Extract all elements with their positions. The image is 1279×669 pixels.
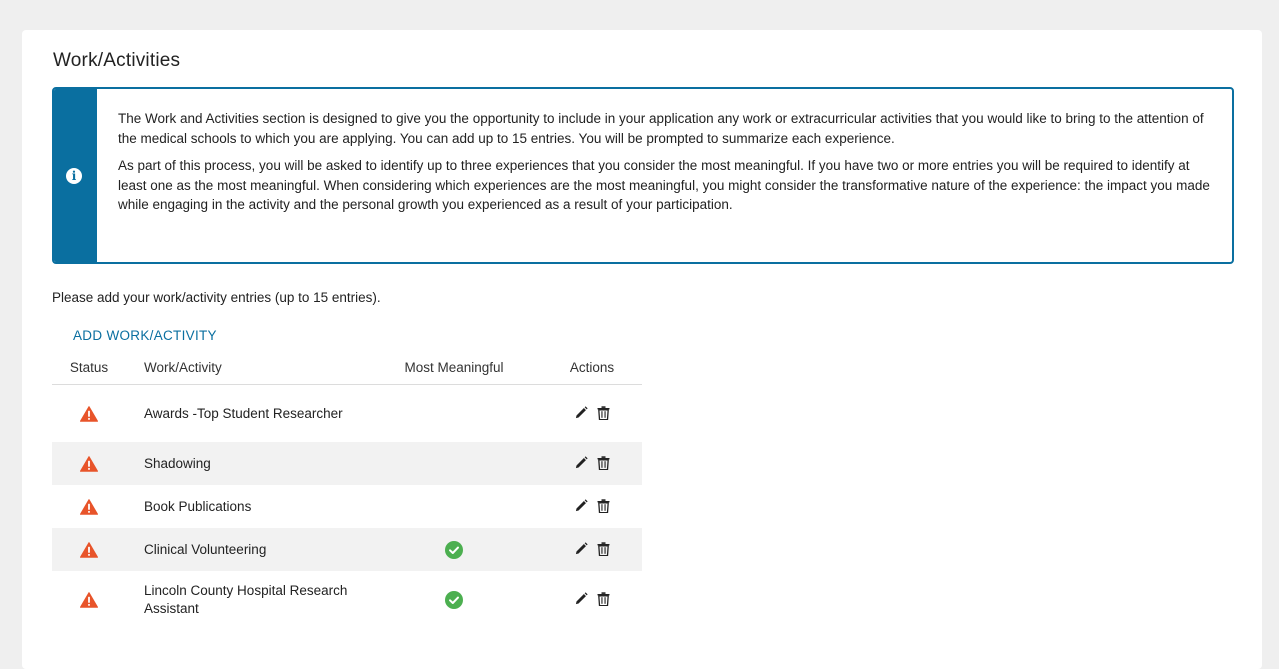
table-body: Awards -Top Student Researcher Shadowing B… (52, 385, 642, 628)
row-actions (575, 591, 610, 606)
check-circle-icon (445, 540, 463, 559)
warning-icon (80, 541, 98, 558)
trash-icon[interactable] (597, 405, 610, 420)
trash-icon[interactable] (597, 455, 610, 470)
actions-cell (542, 498, 642, 515)
actions-cell (542, 591, 642, 608)
pencil-icon[interactable] (575, 455, 588, 470)
row-actions (575, 455, 610, 470)
header-actions: Actions (569, 360, 615, 375)
most-meaningful-cell (366, 590, 542, 609)
info-icon: i (66, 168, 82, 184)
check-circle-icon (445, 590, 463, 609)
pencil-icon[interactable] (575, 541, 588, 556)
warning-icon (80, 455, 98, 472)
status-cell (52, 405, 126, 422)
status-cell (52, 498, 126, 515)
work-activity-name: Shadowing (144, 455, 211, 471)
page-title: Work/Activities (53, 50, 181, 71)
info-text: The Work and Activities section is desig… (97, 89, 1232, 262)
info-stripe: i (54, 89, 97, 262)
actions-cell (542, 405, 642, 422)
info-box: i The Work and Activities section is des… (52, 87, 1234, 264)
warning-icon (80, 498, 98, 515)
entries-note: Please add your work/activity entries (u… (52, 290, 381, 305)
work-activity-name: Book Publications (144, 498, 252, 514)
row-actions (575, 405, 610, 420)
table-row: Lincoln County Hospital Research Assista… (52, 571, 642, 628)
trash-icon[interactable] (597, 498, 610, 513)
info-paragraph-2: As part of this process, you will be ask… (118, 158, 1210, 212)
status-cell (52, 455, 126, 472)
pencil-icon[interactable] (575, 498, 588, 513)
status-cell (52, 541, 126, 558)
row-actions (575, 498, 610, 513)
table-row: Awards -Top Student Researcher (52, 385, 642, 442)
work-activity-name: Lincoln County Hospital Research Assista… (144, 582, 348, 616)
pencil-icon[interactable] (575, 591, 588, 606)
warning-icon (80, 591, 98, 608)
header-status: Status (69, 360, 109, 375)
work-activities-card: Work/Activities i The Work and Activitie… (22, 30, 1262, 669)
table-row: Book Publications (52, 485, 642, 528)
table-row: Shadowing (52, 442, 642, 485)
table-header: Status Work/Activity Most Meaningful Act… (52, 351, 642, 385)
trash-icon[interactable] (597, 591, 610, 606)
most-meaningful-cell (366, 540, 542, 559)
status-cell (52, 591, 126, 608)
work-activity-name: Clinical Volunteering (144, 541, 267, 557)
table-row: Clinical Volunteering (52, 528, 642, 571)
header-work-activity: Work/Activity (144, 360, 222, 375)
trash-icon[interactable] (597, 541, 610, 556)
add-work-activity-link[interactable]: ADD WORK/ACTIVITY (73, 328, 217, 343)
header-most-meaningful: Most Meaningful (404, 360, 504, 375)
warning-icon (80, 405, 98, 422)
info-paragraph-1: The Work and Activities section is desig… (118, 111, 1204, 146)
row-actions (575, 541, 610, 556)
actions-cell (542, 455, 642, 472)
pencil-icon[interactable] (575, 405, 588, 420)
work-activity-name: Awards -Top Student Researcher (144, 405, 343, 421)
actions-cell (542, 541, 642, 558)
work-activity-table: Status Work/Activity Most Meaningful Act… (52, 351, 642, 628)
